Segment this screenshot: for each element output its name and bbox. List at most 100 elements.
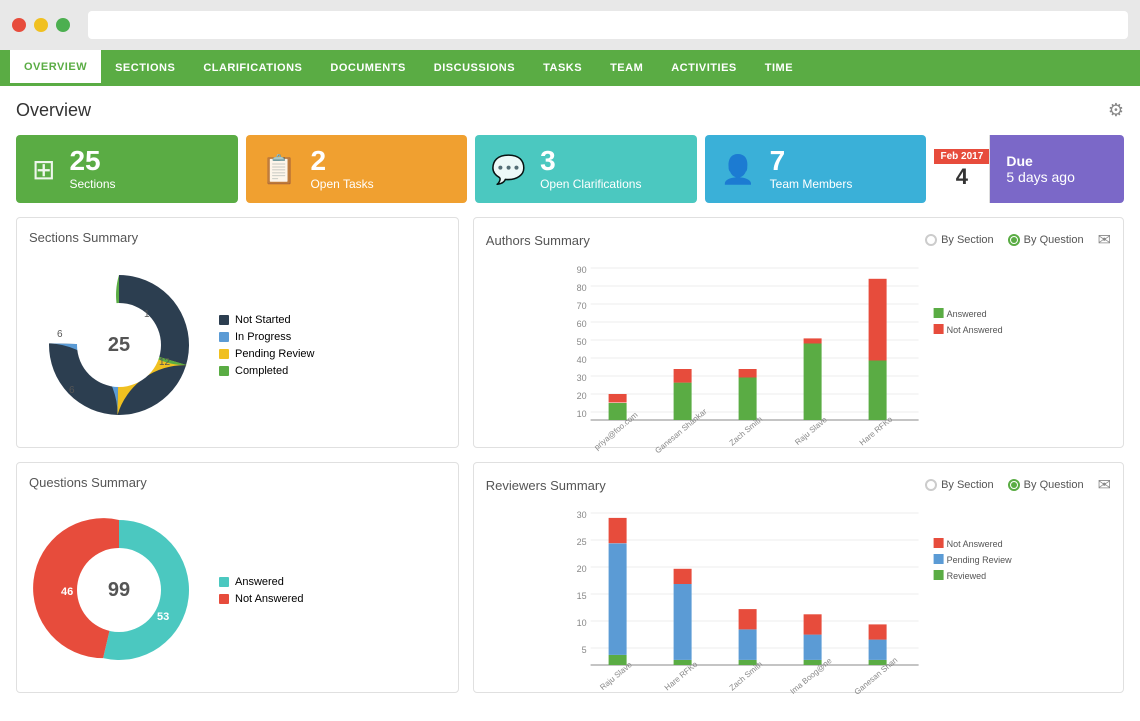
nav-bar: OVERVIEW SECTIONS CLARIFICATIONS DOCUMEN… — [0, 50, 1140, 86]
team-number: 7 — [770, 147, 853, 175]
authors-radio-by-question[interactable]: By Question — [1008, 234, 1084, 246]
bar-rev1-not-answered — [608, 518, 626, 543]
nav-sections[interactable]: SECTIONS — [101, 50, 189, 86]
due-info: Due 5 days ago — [990, 135, 1124, 203]
team-info: 7 Team Members — [770, 147, 853, 191]
svg-text:10: 10 — [576, 409, 586, 419]
sections-donut-container: 25 1 6 6 12 Not Started In Progress — [29, 255, 446, 435]
bar-rev4-pending — [803, 635, 821, 660]
radio-circle-reviewer-by-section — [925, 479, 937, 491]
svg-text:53: 53 — [157, 611, 169, 623]
bar-rev1-pending — [608, 543, 626, 655]
title-bar — [0, 0, 1140, 50]
svg-text:90: 90 — [576, 265, 586, 275]
reviewers-summary-panel: Reviewers Summary By Section By Question… — [473, 462, 1124, 693]
due-day: 4 — [956, 164, 968, 190]
sections-label: Sections — [69, 177, 115, 191]
address-bar[interactable] — [88, 11, 1128, 39]
sections-donut-chart: 25 1 6 6 12 — [39, 265, 199, 425]
clarifications-info: 3 Open Clarifications — [540, 147, 641, 191]
legend-not-answered: Not Answered — [219, 593, 303, 605]
maximize-button[interactable] — [56, 18, 70, 32]
tasks-label: Open Tasks — [310, 177, 373, 191]
due-month: Feb 2017 — [934, 149, 989, 164]
clarifications-card[interactable]: 💬 3 Open Clarifications — [475, 135, 697, 203]
main-content: Overview ⚙ ⊞ 25 Sections 📋 2 Open Tasks … — [0, 86, 1140, 721]
svg-text:50: 50 — [576, 337, 586, 347]
reviewers-radio-section-label: By Section — [941, 479, 994, 491]
nav-tasks[interactable]: TASKS — [529, 50, 596, 86]
svg-text:25: 25 — [576, 537, 586, 547]
nav-overview[interactable]: OVERVIEW — [10, 50, 101, 86]
svg-text:1: 1 — [144, 309, 150, 320]
nav-clarifications[interactable]: CLARIFICATIONS — [189, 50, 316, 86]
authors-summary-title: Authors Summary — [486, 233, 590, 248]
nav-team[interactable]: TEAM — [596, 50, 657, 86]
radio-circle-by-section — [925, 234, 937, 246]
bar-rev2-pending — [673, 584, 691, 660]
svg-text:20: 20 — [576, 564, 586, 574]
top-summary-row: Sections Summary — [16, 217, 1124, 448]
sections-legend: Not Started In Progress Pending Review C… — [219, 314, 315, 377]
bar-rev5-not-answered — [868, 624, 886, 639]
radio-circle-reviewer-by-question — [1008, 479, 1020, 491]
nav-time[interactable]: TIME — [751, 50, 807, 86]
authors-radio-question-label: By Question — [1024, 234, 1084, 246]
bar-author3-not-answered — [738, 369, 756, 378]
authors-radio-section-label: By Section — [941, 234, 994, 246]
svg-text:Reviewed: Reviewed — [946, 571, 986, 581]
authors-email-icon[interactable]: ✉ — [1098, 230, 1111, 250]
due-label: Due — [1006, 153, 1108, 169]
reviewers-email-icon[interactable]: ✉ — [1098, 475, 1111, 495]
bar-author5-not-answered — [868, 279, 886, 361]
legend-dot-not-answered — [219, 594, 229, 604]
questions-legend: Answered Not Answered — [219, 576, 303, 605]
settings-icon[interactable]: ⚙ — [1108, 100, 1124, 121]
authors-radio-by-section[interactable]: By Section — [925, 234, 994, 246]
sections-icon: ⊞ — [32, 153, 55, 186]
tasks-number: 2 — [310, 147, 373, 175]
svg-text:15: 15 — [576, 591, 586, 601]
radio-circle-by-question — [1008, 234, 1020, 246]
clarifications-label: Open Clarifications — [540, 177, 641, 191]
bar-author2-answered — [673, 383, 691, 420]
sections-card[interactable]: ⊞ 25 Sections — [16, 135, 238, 203]
bottom-summary-row: Questions Summary 99 46 — [16, 462, 1124, 693]
svg-text:80: 80 — [576, 283, 586, 293]
close-button[interactable] — [12, 18, 26, 32]
clarifications-number: 3 — [540, 147, 641, 175]
questions-summary-panel: Questions Summary 99 46 — [16, 462, 459, 693]
svg-text:5: 5 — [581, 645, 586, 655]
legend-label-not-answered: Not Answered — [235, 593, 303, 605]
tasks-info: 2 Open Tasks — [310, 147, 373, 191]
due-card: Feb 2017 4 Due 5 days ago — [934, 135, 1124, 203]
bar-author5-answered — [868, 361, 886, 421]
bar-rev3-not-answered — [738, 609, 756, 629]
page-header: Overview ⚙ — [16, 100, 1124, 121]
tasks-card[interactable]: 📋 2 Open Tasks — [246, 135, 468, 203]
authors-bar-chart: 90 80 70 60 50 40 30 20 10 — [486, 258, 1111, 423]
sections-summary-title: Sections Summary — [29, 230, 446, 245]
legend-pending-review: Pending Review — [219, 348, 315, 360]
authors-summary-panel: Authors Summary By Section By Question ✉ — [473, 217, 1124, 448]
svg-text:Answered: Answered — [946, 309, 986, 319]
questions-summary-title: Questions Summary — [29, 475, 446, 490]
legend-in-progress: In Progress — [219, 331, 315, 343]
svg-text:30: 30 — [576, 510, 586, 520]
nav-activities[interactable]: ACTIVITIES — [657, 50, 751, 86]
stat-cards-row: ⊞ 25 Sections 📋 2 Open Tasks 💬 3 Open Cl… — [16, 135, 1124, 203]
clarifications-icon: 💬 — [491, 153, 526, 186]
bar-rev2-not-answered — [673, 569, 691, 584]
nav-discussions[interactable]: DISCUSSIONS — [420, 50, 529, 86]
team-card[interactable]: 👤 7 Team Members — [705, 135, 927, 203]
svg-text:6: 6 — [69, 385, 75, 396]
svg-text:60: 60 — [576, 319, 586, 329]
reviewers-radio-by-question[interactable]: By Question — [1008, 479, 1084, 491]
tasks-icon: 📋 — [262, 153, 297, 186]
minimize-button[interactable] — [34, 18, 48, 32]
svg-text:6: 6 — [57, 329, 63, 340]
reviewers-radio-by-section[interactable]: By Section — [925, 479, 994, 491]
bar-author4-not-answered — [803, 338, 821, 343]
legend-label-pending-review: Pending Review — [235, 348, 315, 360]
nav-documents[interactable]: DOCUMENTS — [316, 50, 419, 86]
